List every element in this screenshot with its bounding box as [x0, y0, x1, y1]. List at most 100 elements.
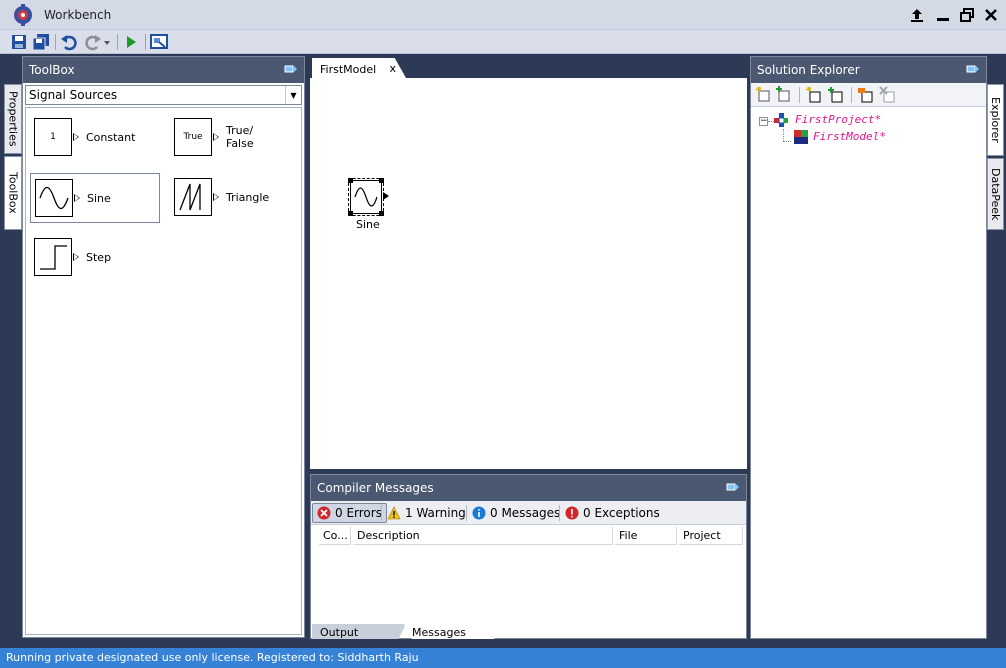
- toolbox-item-label: Sine: [87, 191, 111, 205]
- new-model-icon[interactable]: [805, 86, 823, 104]
- toolbox-item-label: Constant: [86, 130, 136, 144]
- model-icon: [794, 130, 808, 144]
- redo-icon[interactable]: [84, 33, 102, 51]
- solution-explorer-panel: Solution Explorer − FirstProject* FirstM…: [750, 56, 987, 639]
- title-bar: Workbench: [0, 0, 1006, 30]
- filter-separator: [466, 505, 467, 521]
- constant-glyph: 1: [50, 132, 56, 142]
- toolbox-item-constant[interactable]: 1 Constant: [34, 118, 135, 156]
- window-title: Workbench: [44, 8, 112, 22]
- restore-icon[interactable]: [956, 4, 978, 26]
- warnings-filter-button[interactable]: 1 Warning: [383, 503, 470, 523]
- tab-first-model-label: FirstModel: [320, 63, 377, 76]
- errors-count: 0 Errors: [335, 506, 382, 520]
- delete-icon[interactable]: [879, 86, 897, 104]
- solution-explorer-header: Solution Explorer: [751, 57, 986, 83]
- compiler-messages-panel: Compiler Messages 0 Errors 1 Warning 0 M…: [310, 474, 747, 639]
- warning-icon: [387, 506, 401, 520]
- toolbox-item-label: Triangle: [226, 190, 270, 204]
- messages-filter-bar: 0 Errors 1 Warning 0 Messages 0 Exceptio…: [311, 501, 746, 525]
- toolbox-panel: ToolBox Signal Sources ▼ 1 Constant True…: [22, 56, 305, 638]
- toolbox-title: ToolBox: [29, 63, 75, 77]
- tree-collapse-toggle[interactable]: −: [759, 117, 768, 126]
- toolbar-separator: [55, 34, 56, 50]
- output-port: [213, 133, 219, 141]
- model-canvas[interactable]: Sine: [310, 78, 747, 469]
- app-logo-icon: [14, 4, 32, 26]
- license-status-text: Running private designated use only lice…: [6, 651, 419, 664]
- category-select[interactable]: Signal Sources ▼: [25, 85, 302, 105]
- selection-handle[interactable]: [348, 211, 353, 216]
- tab-toolbox[interactable]: ToolBox: [4, 156, 22, 230]
- messages-filter-button[interactable]: 0 Messages: [468, 503, 564, 523]
- project-icon: [774, 113, 788, 127]
- toolbox-item-sine[interactable]: Sine: [30, 173, 160, 223]
- remove-icon[interactable]: [857, 86, 875, 104]
- redo-dropdown-icon[interactable]: [102, 33, 112, 51]
- tree-item-model[interactable]: FirstModel*: [813, 130, 886, 143]
- errors-filter-button[interactable]: 0 Errors: [312, 503, 387, 523]
- close-tab-icon[interactable]: x: [389, 62, 396, 75]
- add-model-icon[interactable]: [827, 86, 845, 104]
- toolbar-separator: [145, 34, 146, 50]
- tab-datapeek[interactable]: DataPeek: [987, 158, 1004, 230]
- toolbox-header: ToolBox: [23, 57, 304, 83]
- save-icon[interactable]: [10, 33, 28, 51]
- minimize-icon[interactable]: [932, 4, 954, 26]
- messages-count: 0 Messages: [490, 506, 561, 520]
- pin-icon[interactable]: [966, 63, 980, 75]
- save-all-icon[interactable]: [32, 33, 50, 51]
- triangle-block-icon: [174, 178, 219, 216]
- add-project-icon[interactable]: [775, 86, 793, 104]
- warnings-count: 1 Warning: [405, 506, 466, 520]
- selection-handle[interactable]: [379, 178, 384, 183]
- solution-explorer-toolbar: [751, 83, 986, 107]
- selection-handle[interactable]: [379, 211, 384, 216]
- upload-icon[interactable]: [906, 4, 928, 26]
- filter-separator: [559, 505, 560, 521]
- status-bar: Running private designated use only lice…: [0, 648, 1006, 668]
- true-false-glyph: True: [183, 132, 203, 142]
- tab-messages[interactable]: Messages: [404, 624, 502, 639]
- toolbox-item-triangle[interactable]: Triangle: [174, 178, 269, 216]
- new-project-icon[interactable]: [755, 86, 773, 104]
- toolbox-item-step[interactable]: Step: [34, 238, 111, 276]
- toolbar-separator: [117, 34, 118, 50]
- solution-explorer-title: Solution Explorer: [757, 63, 860, 77]
- info-icon: [472, 506, 486, 520]
- tree-line: [783, 129, 784, 141]
- canvas-sine-block[interactable]: [348, 178, 389, 216]
- exception-icon: [565, 506, 579, 520]
- run-icon[interactable]: [122, 33, 140, 51]
- column-header-code[interactable]: Co...: [319, 527, 351, 545]
- tab-explorer[interactable]: Explorer: [987, 84, 1004, 156]
- tree-item-project[interactable]: FirstProject*: [795, 113, 881, 126]
- tab-toolbox-label: ToolBox: [6, 172, 20, 214]
- close-icon[interactable]: [980, 4, 1002, 26]
- column-header-project[interactable]: Project: [679, 527, 743, 545]
- column-header-description[interactable]: Description: [353, 527, 613, 545]
- output-port: [213, 193, 219, 201]
- tree-line: [783, 141, 791, 142]
- tab-properties-label: Properties: [6, 91, 20, 147]
- toolbox-item-label: True/ False: [226, 124, 254, 150]
- tab-output[interactable]: Output: [312, 624, 406, 639]
- selection-handle[interactable]: [348, 178, 353, 183]
- toolbox-item-true-false[interactable]: True True/ False: [174, 118, 254, 156]
- exceptions-filter-button[interactable]: 0 Exceptions: [561, 503, 664, 523]
- output-port: [73, 133, 79, 141]
- screenshot-icon[interactable]: [150, 33, 168, 51]
- main-toolbar: [0, 30, 1006, 54]
- output-port: [73, 253, 79, 261]
- sine-block-icon: [35, 179, 80, 217]
- pin-icon[interactable]: [726, 481, 740, 493]
- tab-properties[interactable]: Properties: [4, 84, 22, 154]
- chevron-down-icon[interactable]: ▼: [285, 86, 301, 104]
- tab-explorer-label: Explorer: [989, 97, 1002, 143]
- category-select-value: Signal Sources: [29, 88, 118, 102]
- constant-block-icon: 1: [34, 118, 79, 156]
- column-header-file[interactable]: File: [615, 527, 677, 545]
- undo-icon[interactable]: [60, 33, 78, 51]
- tab-first-model[interactable]: FirstModel x: [312, 58, 406, 78]
- pin-icon[interactable]: [284, 63, 298, 75]
